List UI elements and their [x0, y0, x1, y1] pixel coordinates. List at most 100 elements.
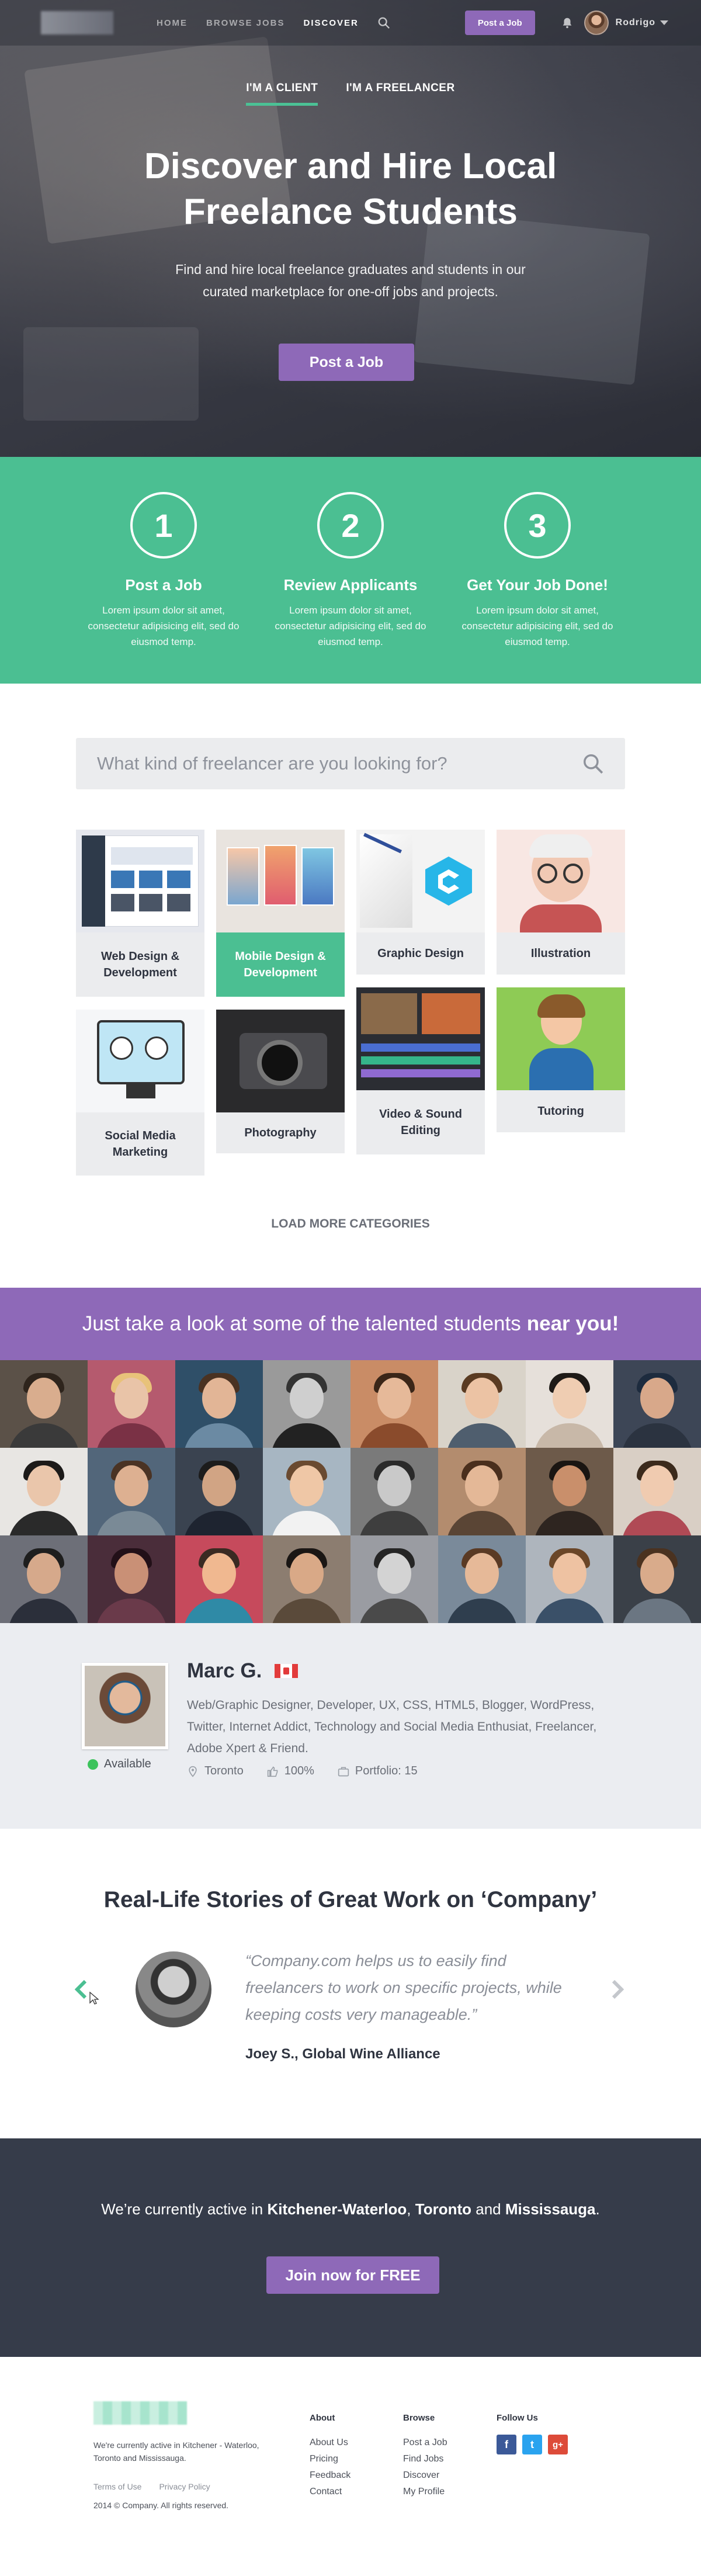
search-icon[interactable]: [582, 753, 604, 775]
user-avatar[interactable]: [584, 11, 609, 35]
city-mississauga: Mississauga: [505, 2200, 596, 2218]
student-avatar[interactable]: [88, 1360, 175, 1448]
nav-link-browse-jobs[interactable]: BROWSE JOBS: [206, 18, 285, 28]
join-now-button[interactable]: Join now for FREE: [266, 2256, 439, 2294]
category-video-sound[interactable]: Video & Sound Editing: [356, 987, 485, 1154]
footer-link-discover[interactable]: Discover: [403, 2467, 447, 2484]
briefcase-icon: [338, 1767, 349, 1776]
student-avatar[interactable]: [0, 1360, 88, 1448]
nav-link-discover[interactable]: DISCOVER: [304, 18, 359, 28]
step-number: 3: [504, 492, 571, 559]
profile-portfolio[interactable]: Portfolio: 15: [338, 1764, 418, 1778]
footer-link-pricing[interactable]: Pricing: [310, 2451, 350, 2467]
student-avatar[interactable]: [526, 1360, 613, 1448]
cities-and: and: [476, 2200, 501, 2218]
category-image: [497, 830, 625, 932]
student-avatar[interactable]: [350, 1535, 438, 1623]
student-avatar[interactable]: [88, 1535, 175, 1623]
step-get-job-done: 3 Get Your Job Done! Lorem ipsum dolor s…: [444, 492, 631, 684]
student-avatar[interactable]: [175, 1360, 263, 1448]
category-mobile-design[interactable]: Mobile Design & Development: [216, 830, 345, 997]
load-more-categories-button[interactable]: LOAD MORE CATEGORIES: [0, 1217, 701, 1231]
category-label: Photography: [244, 1126, 317, 1139]
portfolio-text[interactable]: Portfolio: 15: [355, 1764, 418, 1778]
thumbs-up-icon: [267, 1766, 278, 1777]
freelancer-search-bar[interactable]: What kind of freelancer are you looking …: [76, 738, 625, 789]
stories-title: Real-Life Stories of Great Work on ‘Comp…: [103, 1887, 598, 1912]
category-tutoring[interactable]: Tutoring: [497, 987, 625, 1132]
copyright: 2014 © Company. All rights reserved.: [93, 2501, 229, 2510]
google-plus-icon[interactable]: g+: [548, 2435, 568, 2454]
category-web-design[interactable]: Web Design & Development: [76, 830, 204, 997]
cities-text: We’re currently active in Kitchener-Wate…: [0, 2200, 701, 2218]
twitter-icon[interactable]: t: [522, 2435, 542, 2454]
student-avatar[interactable]: [0, 1535, 88, 1623]
student-avatar[interactable]: [175, 1535, 263, 1623]
site-logo[interactable]: [41, 11, 113, 34]
step-title: Get Your Job Done!: [467, 576, 608, 594]
hero-background-keyboard: [23, 327, 199, 421]
category-label: Mobile Design & Development: [235, 950, 326, 979]
footer-column-browse: Browse Post a Job Find Jobs Discover My …: [403, 2413, 447, 2500]
student-photo-grid: [0, 1360, 701, 1623]
user-name[interactable]: Rodrigo: [616, 18, 655, 28]
category-illustration[interactable]: Illustration: [497, 830, 625, 975]
tab-freelancer[interactable]: I'M A FREELANCER: [346, 82, 454, 106]
terms-link[interactable]: Terms of Use: [93, 2482, 141, 2491]
privacy-link[interactable]: Privacy Policy: [159, 2482, 210, 2491]
search-icon[interactable]: [377, 16, 390, 29]
student-avatar[interactable]: [438, 1535, 526, 1623]
hero-title: Discover and Hire Local Freelance Studen…: [144, 146, 557, 232]
step-title: Post a Job: [125, 576, 202, 594]
nav-link-home[interactable]: HOME: [157, 18, 188, 28]
category-social-media[interactable]: Social Media Marketing: [76, 1010, 204, 1176]
footer-description: We're currently active in Kitchener - Wa…: [93, 2440, 259, 2463]
student-avatar[interactable]: [526, 1448, 613, 1535]
student-avatar[interactable]: [613, 1448, 701, 1535]
facebook-icon[interactable]: f: [497, 2435, 516, 2454]
category-photography[interactable]: Photography: [216, 1010, 345, 1153]
testimonial-photo: [136, 1951, 211, 2027]
nav-post-job-button[interactable]: Post a Job: [464, 11, 535, 35]
footer-link-find-jobs[interactable]: Find Jobs: [403, 2451, 447, 2467]
footer-link-about-us[interactable]: About Us: [310, 2435, 350, 2451]
student-avatar[interactable]: [438, 1360, 526, 1448]
footer-logo[interactable]: [93, 2401, 187, 2425]
student-avatar[interactable]: [263, 1535, 350, 1623]
footer-link-my-profile[interactable]: My Profile: [403, 2484, 447, 2500]
student-avatar[interactable]: [350, 1360, 438, 1448]
next-arrow-icon[interactable]: [609, 1978, 626, 2001]
footer-link-feedback[interactable]: Feedback: [310, 2467, 350, 2484]
hero-subtitle: Find and hire local freelance graduates …: [175, 262, 526, 299]
status-label: Available: [104, 1757, 151, 1770]
category-image: [216, 1010, 345, 1112]
student-avatar[interactable]: [613, 1535, 701, 1623]
testimonial-quote: “Company.com helps us to easily find fre…: [245, 1952, 562, 2023]
footer-column-follow: Follow Us f t g+: [497, 2413, 568, 2454]
profile-photo[interactable]: [82, 1663, 168, 1749]
tab-client[interactable]: I'M A CLIENT: [246, 82, 318, 106]
chevron-down-icon[interactable]: [660, 20, 668, 25]
footer-link-post-job[interactable]: Post a Job: [403, 2435, 447, 2451]
category-label: Illustration: [530, 947, 591, 960]
profile-name-text[interactable]: Marc G.: [187, 1659, 262, 1683]
student-avatar[interactable]: [263, 1360, 350, 1448]
category-graphic-design[interactable]: Graphic Design: [356, 830, 485, 975]
student-avatar[interactable]: [88, 1448, 175, 1535]
student-avatar[interactable]: [438, 1448, 526, 1535]
student-avatar[interactable]: [526, 1535, 613, 1623]
step-number: 1: [130, 492, 197, 559]
student-avatar[interactable]: [613, 1360, 701, 1448]
search-input[interactable]: What kind of freelancer are you looking …: [97, 753, 582, 774]
student-avatar[interactable]: [0, 1448, 88, 1535]
footer-link-contact[interactable]: Contact: [310, 2484, 350, 2500]
featured-student-profile: Available Marc G. Web/Graphic Designer, …: [0, 1623, 701, 1829]
students-banner: Just take a look at some of the talented…: [0, 1288, 701, 1360]
student-avatar[interactable]: [350, 1448, 438, 1535]
hero-post-job-button[interactable]: Post a Job: [279, 344, 414, 381]
previous-arrow-icon[interactable]: [72, 1978, 90, 2001]
student-avatar[interactable]: [175, 1448, 263, 1535]
notification-bell-icon[interactable]: [561, 16, 574, 29]
student-avatar[interactable]: [263, 1448, 350, 1535]
category-label: Social Media Marketing: [105, 1129, 176, 1159]
